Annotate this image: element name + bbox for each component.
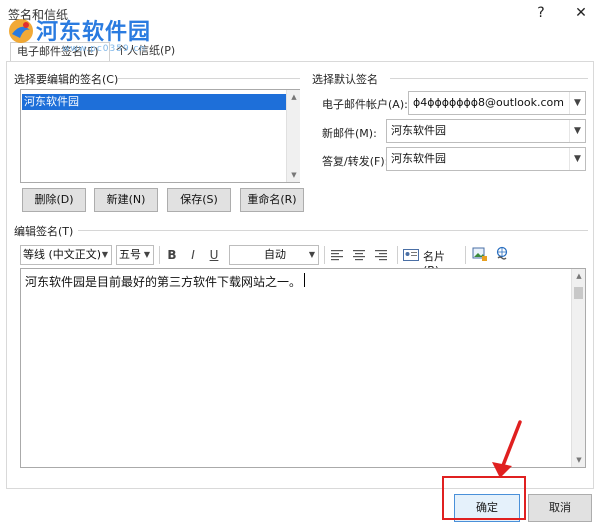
chevron-down-icon: ▼ — [308, 250, 316, 259]
watermark-mark-icon — [9, 19, 33, 43]
section-divider — [390, 78, 588, 79]
scroll-up-icon[interactable]: ▲ — [287, 90, 301, 104]
highlight-box — [442, 476, 526, 520]
new-messages-label: 新邮件(M): — [322, 127, 377, 140]
font-color-select[interactable]: 自动 ▼ — [229, 245, 319, 265]
business-card-button[interactable]: 名片(B) — [403, 245, 461, 277]
font-family-select[interactable]: 等线 (中文正文) ▼ — [20, 245, 112, 265]
replies-select[interactable]: 河东软件园 ▼ — [386, 147, 586, 171]
new-messages-value: 河东软件园 — [391, 124, 446, 137]
scroll-down-icon[interactable]: ▼ — [572, 453, 586, 467]
editor-scrollbar[interactable]: ▲ ▼ — [571, 269, 585, 467]
section-divider — [78, 230, 588, 231]
font-size-value: 五号 — [119, 248, 141, 261]
hyperlink-icon[interactable] — [494, 246, 510, 262]
replies-label: 答复/转发(F): — [322, 155, 389, 168]
watermark-url: www.pc0359.cn — [62, 44, 147, 54]
delete-button[interactable]: 删除(D) — [22, 188, 86, 212]
annotation-arrow-icon — [492, 420, 522, 478]
select-signature-label: 选择要编辑的签名(C) — [14, 73, 119, 86]
chevron-down-icon: ▼ — [569, 92, 585, 114]
signature-listbox[interactable]: 河东软件园 ▲ ▼ — [20, 89, 300, 183]
scroll-up-icon[interactable]: ▲ — [572, 269, 586, 283]
align-left-icon[interactable] — [330, 248, 344, 262]
close-button[interactable]: ✕ — [566, 2, 596, 24]
bold-button[interactable]: B — [164, 245, 180, 265]
toolbar-separator — [324, 246, 325, 264]
italic-button[interactable]: I — [185, 245, 201, 265]
new-messages-select[interactable]: 河东软件园 ▼ — [386, 119, 586, 143]
help-button[interactable]: ? — [526, 2, 556, 24]
toolbar-separator — [465, 246, 466, 264]
font-family-value: 等线 (中文正文) — [23, 248, 102, 261]
edit-signature-label: 编辑签名(T) — [14, 225, 74, 238]
save-button[interactable]: 保存(S) — [167, 188, 231, 212]
default-signature-label: 选择默认签名 — [312, 73, 378, 86]
email-account-select[interactable]: ɸ4ɸɸɸɸɸɸɸ8@outlook.com ▼ — [408, 91, 586, 115]
section-divider — [118, 78, 300, 79]
text-caret — [304, 273, 305, 287]
chevron-down-icon: ▼ — [101, 250, 109, 259]
align-right-icon[interactable] — [374, 248, 388, 262]
font-size-select[interactable]: 五号 ▼ — [116, 245, 154, 265]
scroll-thumb[interactable] — [574, 287, 583, 299]
toolbar-separator — [397, 246, 398, 264]
cancel-button[interactable]: 取消 — [528, 494, 592, 522]
replies-value: 河东软件园 — [391, 152, 446, 165]
chevron-down-icon: ▼ — [569, 148, 585, 170]
underline-button[interactable]: U — [206, 245, 222, 265]
insert-picture-icon[interactable] — [472, 246, 488, 262]
email-account-label: 电子邮件帐户(A): — [322, 98, 408, 111]
email-account-value: ɸ4ɸɸɸɸɸɸɸ8@outlook.com — [413, 96, 564, 109]
new-button[interactable]: 新建(N) — [94, 188, 158, 212]
toolbar-separator — [159, 246, 160, 264]
scroll-down-icon[interactable]: ▼ — [287, 168, 301, 182]
font-color-value: 自动 — [264, 248, 286, 261]
business-card-icon — [403, 249, 419, 261]
chevron-down-icon: ▼ — [569, 120, 585, 142]
watermark-logo: 河东软件园 www.pc0359.cn — [6, 12, 206, 54]
signature-content: 河东软件园是目前最好的第三方软件下载网站之一。 — [25, 275, 302, 289]
chevron-down-icon: ▼ — [143, 250, 151, 259]
signature-list-item[interactable]: 河东软件园 — [22, 94, 287, 110]
align-center-icon[interactable] — [352, 248, 366, 262]
watermark-name: 河东软件园 — [36, 20, 152, 45]
rename-button[interactable]: 重命名(R) — [240, 188, 304, 212]
listbox-scrollbar[interactable]: ▲ ▼ — [286, 90, 300, 182]
